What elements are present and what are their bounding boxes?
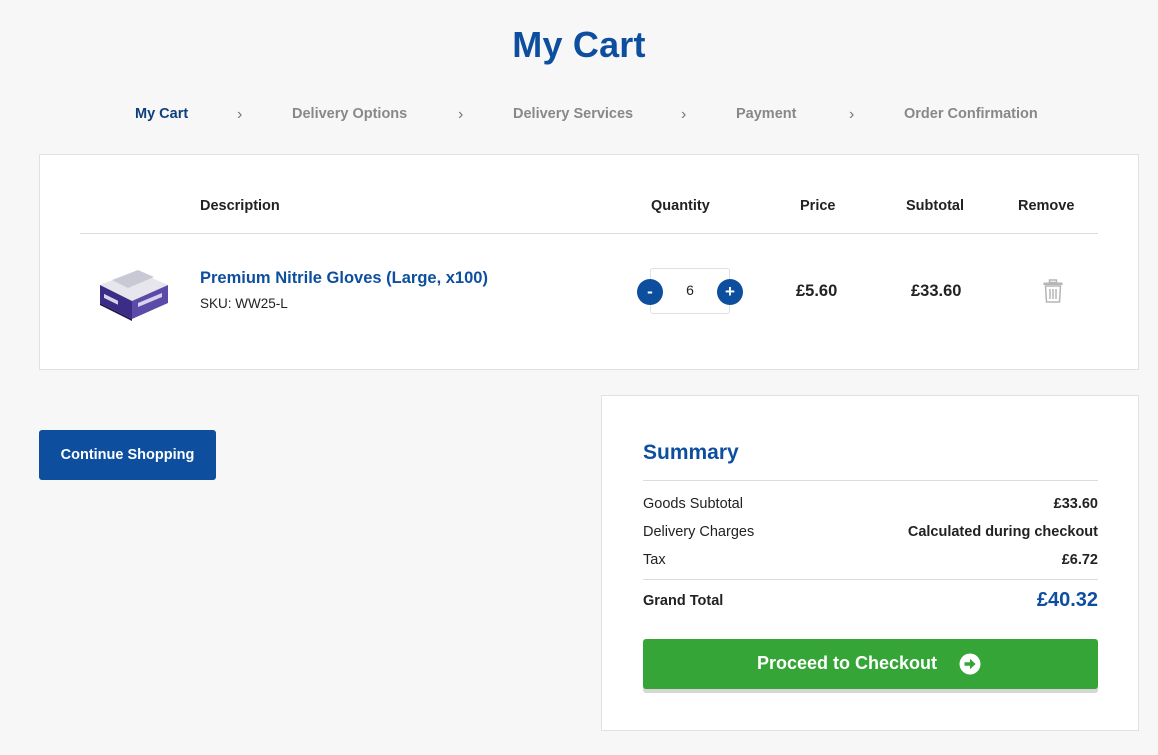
step-payment[interactable]: Payment bbox=[736, 106, 796, 122]
product-sku: SKU: WW25-L bbox=[200, 296, 288, 311]
page-title: My Cart bbox=[512, 24, 646, 65]
grand-total-value: £40.32 bbox=[1036, 589, 1098, 611]
step-delivery-services[interactable]: Delivery Services bbox=[513, 106, 633, 122]
item-subtotal: £33.60 bbox=[911, 282, 962, 300]
checkout-steps: My Cart › Delivery Options › Delivery Se… bbox=[0, 106, 1158, 128]
chevron-right-icon: › bbox=[237, 106, 243, 123]
column-header-price: Price bbox=[800, 198, 836, 214]
proceed-to-checkout-button[interactable]: Proceed to Checkout bbox=[643, 639, 1098, 689]
summary-divider bbox=[643, 579, 1098, 580]
chevron-right-icon: › bbox=[849, 106, 855, 123]
summary-title: Summary bbox=[643, 441, 739, 464]
quantity-input[interactable] bbox=[667, 279, 713, 301]
trash-icon[interactable] bbox=[1043, 279, 1063, 303]
step-order-confirmation[interactable]: Order Confirmation bbox=[904, 106, 1038, 122]
tax-value: £6.72 bbox=[1061, 552, 1098, 568]
chevron-right-icon: › bbox=[681, 106, 687, 123]
step-my-cart[interactable]: My Cart bbox=[135, 106, 188, 122]
column-header-subtotal: Subtotal bbox=[906, 198, 964, 214]
product-name-link[interactable]: Premium Nitrile Gloves (Large, x100) bbox=[200, 269, 488, 288]
delivery-charges-value: Calculated during checkout bbox=[907, 524, 1098, 540]
column-header-remove: Remove bbox=[1018, 198, 1075, 214]
item-price: £5.60 bbox=[796, 282, 838, 300]
goods-subtotal-value: £33.60 bbox=[1053, 496, 1098, 512]
order-summary: Summary Goods Subtotal £33.60 Delivery C… bbox=[601, 395, 1139, 731]
goods-subtotal-label: Goods Subtotal bbox=[643, 496, 743, 512]
tax-label: Tax bbox=[643, 552, 666, 568]
summary-divider bbox=[643, 480, 1098, 481]
arrow-circle-right-icon bbox=[959, 653, 981, 675]
chevron-right-icon: › bbox=[458, 106, 464, 123]
header-divider bbox=[80, 233, 1098, 234]
continue-shopping-button[interactable]: Continue Shopping bbox=[39, 430, 216, 480]
delivery-charges-label: Delivery Charges bbox=[643, 524, 755, 540]
cart-table: Description Quantity Price Subtotal Remo… bbox=[39, 154, 1139, 370]
quantity-increase-button[interactable]: + bbox=[717, 279, 743, 305]
grand-total-label: Grand Total bbox=[643, 593, 724, 609]
column-header-quantity: Quantity bbox=[651, 198, 710, 214]
step-delivery-options[interactable]: Delivery Options bbox=[292, 106, 407, 122]
quantity-decrease-button[interactable]: - bbox=[637, 279, 663, 305]
column-header-description: Description bbox=[200, 198, 280, 214]
glove-box-image bbox=[100, 270, 168, 321]
checkout-button-label: Proceed to Checkout bbox=[757, 653, 938, 673]
